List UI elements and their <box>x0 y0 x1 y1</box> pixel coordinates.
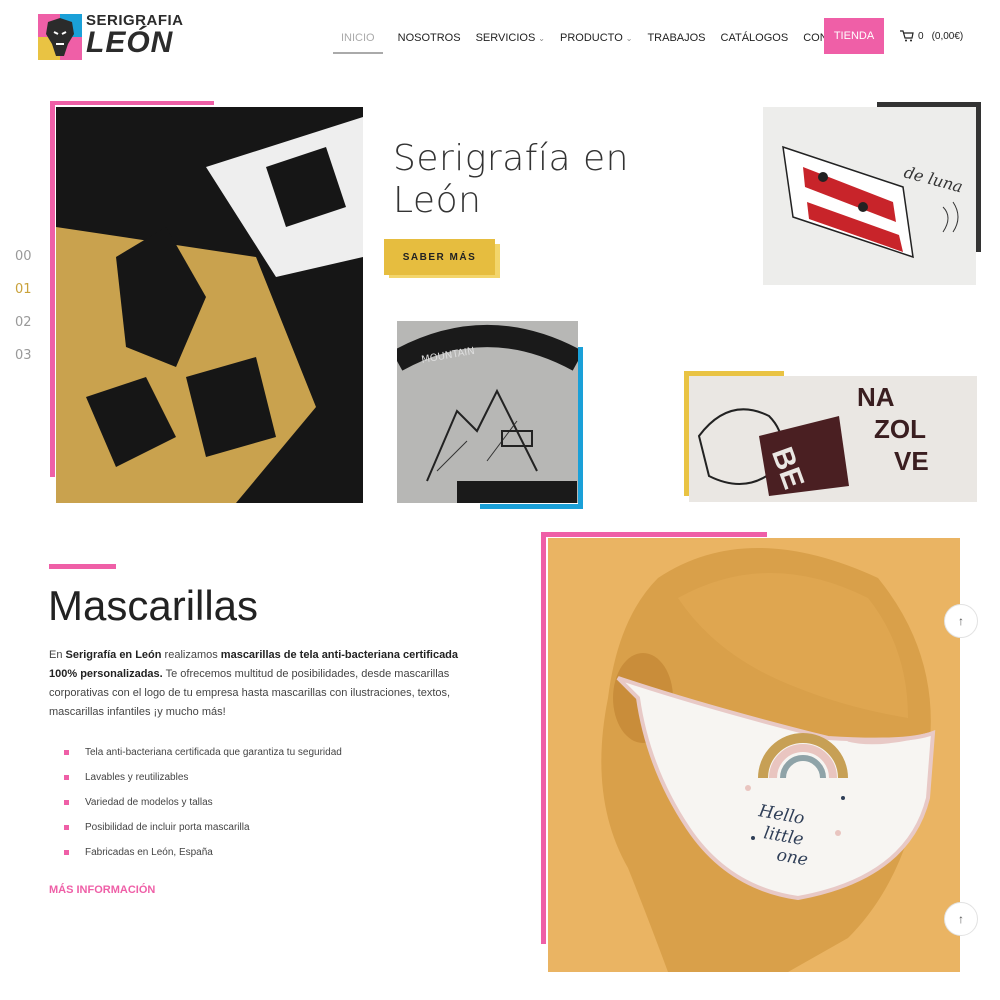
cart-icon <box>900 30 914 42</box>
list-item: Fabricadas en León, España <box>64 840 342 865</box>
nav-item-producto[interactable]: PRODUCTO ⌄ <box>560 24 632 52</box>
accent-bar <box>578 347 583 509</box>
chevron-down-icon: ⌄ <box>538 33 545 43</box>
nav-item-inicio[interactable]: INICIO <box>333 24 383 54</box>
hero-title: Serigrafía en León <box>393 138 629 222</box>
site-logo[interactable]: SERIGRAFIA LEÓN <box>38 12 183 62</box>
saber-mas-button[interactable]: SABER MÁS <box>384 239 495 275</box>
slide-indicator-03[interactable]: 03 <box>15 348 32 363</box>
text-bold: Serigrafía en León <box>65 649 162 661</box>
nav-item-servicios[interactable]: SERVICIOS ⌄ <box>476 24 545 52</box>
nav-label: NOSOTROS <box>397 32 461 44</box>
text-run: En <box>49 649 66 661</box>
accent-bar <box>541 532 546 944</box>
mountain-print-image: MOUNTAIN <box>397 321 578 503</box>
mask-product-image: Hello little one <box>548 538 960 972</box>
main-nav: INICIO NOSOTROS SERVICIOS ⌄ PRODUCTO ⌄ TRA… <box>333 24 879 54</box>
nav-item-nosotros[interactable]: NOSOTROS <box>398 24 461 52</box>
bullet-square-icon <box>64 850 69 855</box>
section-description: En Serigrafía en León realizamos mascari… <box>49 646 469 722</box>
shop-button[interactable]: TIENDA <box>824 18 884 54</box>
slide-indicator-00[interactable]: 00 <box>15 249 32 264</box>
nav-label: CATÁLOGOS <box>720 32 789 44</box>
accent-bar <box>50 101 55 477</box>
nav-label: INICIO <box>341 32 375 44</box>
list-item: Lavables y reutilizables <box>64 765 342 790</box>
bullet-square-icon <box>64 825 69 830</box>
svg-text:VE: VE <box>894 446 929 476</box>
nav-item-trabajos[interactable]: TRABAJOS <box>647 24 705 52</box>
slide-indicator-01[interactable]: 01 <box>15 282 32 297</box>
accent-bar <box>541 532 767 537</box>
nav-label: TRABAJOS <box>647 32 706 44</box>
arrow-up-icon: ↑ <box>958 912 964 926</box>
cart-total: (0,00€) <box>931 30 964 42</box>
nazolve-print-image: BE NA ZOL VE <box>689 376 977 502</box>
arrow-up-icon: ↑ <box>958 614 964 628</box>
nav-item-catalogos[interactable]: CATÁLOGOS <box>721 24 789 52</box>
list-item-text: Posibilidad de incluir porta mascarilla <box>85 822 250 833</box>
list-item: Variedad de modelos y tallas <box>64 790 342 815</box>
scroll-top-button[interactable]: ↑ <box>944 902 978 936</box>
more-info-link[interactable]: MÁS INFORMACIÓN <box>49 884 155 896</box>
slide-indicator-02[interactable]: 02 <box>15 315 32 330</box>
lion-logo-icon <box>38 14 82 60</box>
cart-link[interactable]: 0 (0,00€) <box>900 30 963 42</box>
list-item-text: Variedad de modelos y tallas <box>85 797 213 808</box>
section-title: Mascarillas <box>48 582 259 629</box>
bullet-square-icon <box>64 800 69 805</box>
bullet-square-icon <box>64 750 69 755</box>
nav-label: PRODUCTO <box>560 32 623 44</box>
svg-text:NA: NA <box>857 382 895 412</box>
lighthouse-print-image: de luna <box>763 107 976 285</box>
list-item: Tela anti-bacteriana certificada que gar… <box>64 740 342 765</box>
accent-bar <box>480 504 583 509</box>
chevron-down-icon: ⌄ <box>625 33 633 43</box>
list-item: Posibilidad de incluir porta mascarilla <box>64 815 342 840</box>
list-item-text: Tela anti-bacteriana certificada que gar… <box>85 747 342 758</box>
list-item-text: Lavables y reutilizables <box>85 772 189 783</box>
logo-line2: LEÓN <box>86 26 174 59</box>
scroll-top-button[interactable]: ↑ <box>944 604 978 638</box>
accent-bar <box>976 102 981 252</box>
hero-title-line2: León <box>393 180 482 221</box>
bullet-square-icon <box>64 775 69 780</box>
feature-list: Tela anti-bacteriana certificada que gar… <box>64 740 342 865</box>
hero-title-line1: Serigrafía en <box>393 138 629 179</box>
nav-label: SERVICIOS <box>475 32 536 44</box>
svg-text:ZOL: ZOL <box>874 414 926 444</box>
cart-count: 0 <box>918 30 924 42</box>
tshirt-print-image <box>56 107 363 503</box>
list-item-text: Fabricadas en León, España <box>85 847 213 858</box>
section-accent-bar <box>49 564 116 569</box>
accent-bar <box>50 101 214 105</box>
text-run: realizamos <box>161 649 221 661</box>
